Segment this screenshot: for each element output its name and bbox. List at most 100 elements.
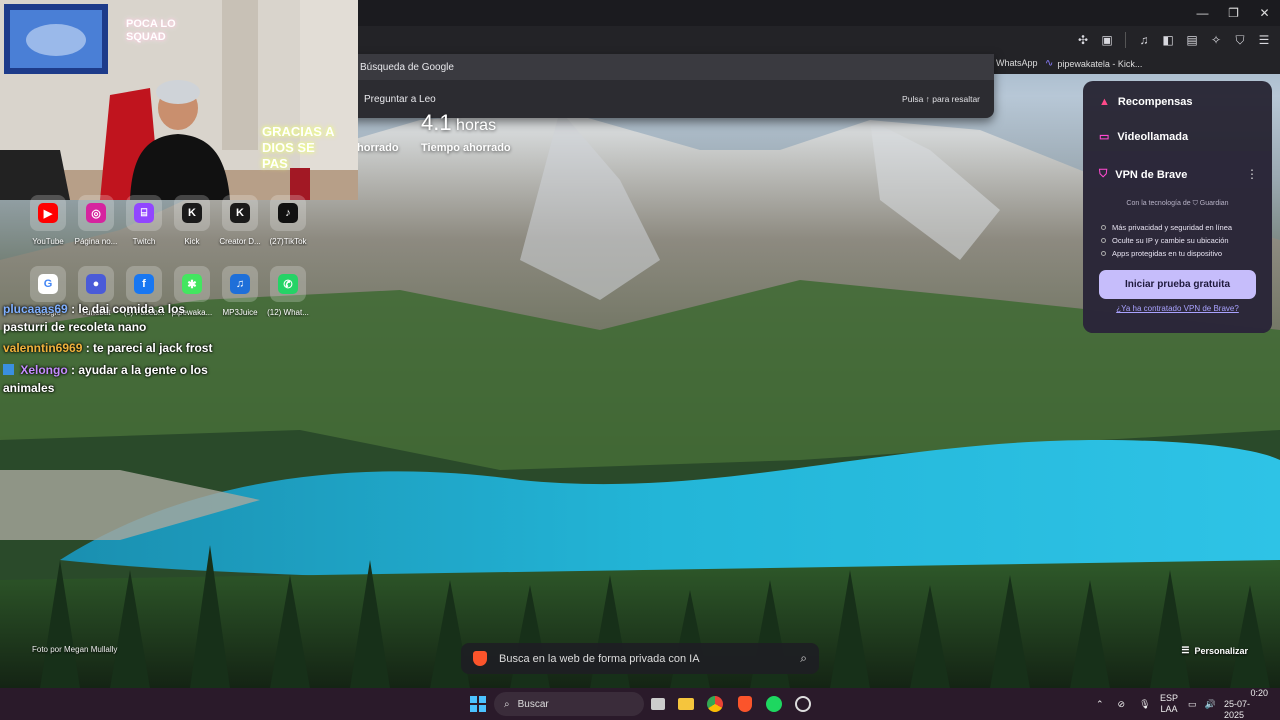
windows-taskbar: ⌕ Buscar ⌃ ⊘ 🎙 ESP LAA ▭ 🔊 0:20 25-07-20… [0, 688, 1280, 720]
guardian-logo: ⛉ [1192, 200, 1198, 207]
vpn-feature: Más privacidad y seguridad en línea [1101, 223, 1232, 232]
search-icon[interactable]: ⌕ [800, 651, 807, 666]
bookmark-kick[interactable]: ∿ pipewakatela - Kick... [1045, 58, 1142, 69]
tiktok-icon: ♪ [278, 203, 298, 223]
extensions-icon[interactable]: ✣ [1075, 32, 1091, 48]
video-call-label: Videollamada [1117, 130, 1189, 143]
vpn-feature-text: Oculte su IP y cambie su ubicación [1112, 236, 1229, 245]
check-icon [1101, 251, 1106, 256]
search-placeholder: Busca en la web de forma privada con IA [499, 652, 700, 665]
video-call-icon: ▭ [1099, 131, 1110, 143]
media-icon[interactable]: ♫ [1136, 32, 1152, 48]
guardian-brand: Guardian [1199, 200, 1229, 207]
google-icon: G [38, 274, 58, 294]
taskbar-search[interactable]: ⌕ Buscar [494, 692, 644, 716]
top-site-icon-frame: ✆ [270, 266, 306, 302]
screenshot-icon[interactable]: ▣ [1099, 32, 1115, 48]
top-site-label: (12) What... [267, 308, 309, 317]
top-site-tile[interactable]: ▶ YouTube [22, 195, 74, 246]
chat-badge-icon [3, 364, 14, 375]
webcam-overlay: POCA LO SQUAD GRACIAS A DIOS SE PAS [0, 0, 358, 200]
bookmark-label: WhatsApp [996, 58, 1038, 68]
vpn-feature-text: Apps protegidas en tu dispositivo [1112, 249, 1223, 258]
task-view-icon[interactable] [648, 694, 668, 714]
windows-start-icon[interactable] [468, 694, 488, 714]
vpn-header: ⛉ VPN de Brave [1099, 168, 1187, 181]
wallet-icon[interactable]: ▤ [1184, 32, 1200, 48]
network-off-icon[interactable]: ⊘ [1118, 699, 1126, 710]
vpn-feature-text: Más privacidad y seguridad en línea [1112, 223, 1233, 232]
twitch-icon: ⌸ [134, 203, 154, 223]
neon-sign: POCA LO SQUAD [126, 18, 176, 43]
kick-icon: K [182, 203, 202, 223]
top-site-icon-frame: ▶ [30, 195, 66, 231]
time-saved-stat: 4.1 horas [421, 110, 496, 136]
microphone-icon[interactable]: 🎙 [1139, 699, 1150, 710]
search-icon: ⌕ [504, 698, 510, 710]
suggestion-ask-leo[interactable]: · Preguntar a Leo Pulsa ↑ para resaltar [340, 86, 994, 112]
keyboard-hint: Pulsa ↑ para resaltar [902, 94, 980, 104]
top-site-tile[interactable]: ✆ (12) What... [262, 266, 314, 317]
chrome-icon[interactable] [705, 694, 725, 714]
bookmark-whatsapp[interactable]: WhatsApp [996, 58, 1038, 68]
vpn-shield-icon[interactable]: ⛉ [1232, 32, 1248, 48]
vpn-powered-by: Con la tecnología de ⛉ Guardian [1083, 200, 1272, 208]
time-saved-value: 4.1 [421, 110, 452, 135]
leo-ai-icon[interactable]: ✧ [1208, 32, 1224, 48]
language-indicator[interactable]: ESP LAA [1160, 688, 1178, 720]
spotify-icon[interactable] [764, 694, 784, 714]
clock[interactable]: 0:20 25-07-2025 [1224, 688, 1268, 720]
ai-search-bar[interactable]: Busca en la web de forma privada con IA … [461, 643, 819, 674]
maximize-button[interactable]: ❐ [1218, 0, 1249, 26]
top-site-tile[interactable]: ◎ Página no... [70, 195, 122, 246]
volume-icon: 🔊 [1204, 698, 1216, 709]
start-trial-button[interactable]: Iniciar prueba gratuita [1099, 270, 1256, 299]
app-icon[interactable] [793, 694, 813, 714]
vpn-feature: Apps protegidas en tu dispositivo [1101, 249, 1222, 258]
suggestion-google-search[interactable]: Búsqueda de Google [340, 54, 994, 80]
vpn-shield-icon: ⛉ [1099, 168, 1108, 180]
already-subscribed-link[interactable]: ¿Ya ha contratado VPN de Brave? [1083, 304, 1272, 313]
whatsapp-icon: ✆ [278, 274, 298, 294]
top-site-icon-frame: K [174, 195, 210, 231]
language-code: ESP [1160, 693, 1179, 703]
taskbar-search-label: Buscar [517, 698, 549, 710]
status-icons[interactable]: ▭ 🔊 [1188, 688, 1216, 720]
top-site-label: Página no... [74, 237, 118, 246]
more-options-icon[interactable]: ⋮ [1246, 167, 1258, 181]
top-site-icon-frame: ⌸ [126, 195, 162, 231]
facebook-icon: f [134, 274, 154, 294]
omnibox-dropdown: Búsqueda de Google · Preguntar a Leo Pul… [340, 54, 994, 118]
top-site-icon-frame: ◎ [78, 195, 114, 231]
chat-message: plucaaas69 : le dai comida a los pasturr… [3, 300, 233, 336]
tunebat-icon: ● [86, 274, 106, 294]
photo-credit[interactable]: Foto por Megan Mullally [32, 645, 117, 654]
time-saved-caption: Tiempo ahorrado [421, 142, 511, 154]
close-button[interactable]: ✕ [1249, 0, 1280, 26]
top-site-tile[interactable]: ⌸ Twitch [118, 195, 170, 246]
top-site-label: Creator D... [219, 237, 261, 246]
menu-icon[interactable]: ☰ [1256, 32, 1272, 48]
top-site-tile[interactable]: K Creator D... [214, 195, 266, 246]
top-site-icon-frame: G [30, 266, 66, 302]
suggestion-label: Preguntar a Leo [364, 93, 436, 105]
video-call-item[interactable]: ▭ Videollamada [1099, 130, 1189, 144]
top-site-icon-frame: f [126, 266, 162, 302]
display-icon: ▭ [1188, 698, 1197, 709]
minimize-button[interactable]: — [1187, 0, 1218, 26]
top-site-icon-frame: ♪ [270, 195, 306, 231]
top-site-tile[interactable]: ♪ (27)TikTok [262, 195, 314, 246]
vpn-card: ⛉ VPN de Brave ⋮ Con la tecnología de ⛉ … [1083, 151, 1272, 333]
saved-caption-partial: horrado [357, 142, 399, 154]
file-explorer-icon[interactable] [676, 694, 696, 714]
chevron-up-icon[interactable]: ⌃ [1096, 699, 1104, 710]
sidebar-icon[interactable]: ◧ [1160, 32, 1176, 48]
brave-taskbar-icon[interactable] [735, 694, 755, 714]
suggestion-label: Búsqueda de Google [360, 61, 454, 73]
instagram-icon: ◎ [86, 203, 106, 223]
customize-button[interactable]: ☰ Personalizar [1181, 645, 1248, 656]
top-site-tile[interactable]: K Kick [166, 195, 218, 246]
rewards-item[interactable]: ▲ Recompensas [1099, 96, 1192, 108]
system-tray: ⌃ ⊘ 🎙 [1096, 688, 1151, 720]
vpn-feature: Oculte su IP y cambie su ubicación [1101, 236, 1229, 245]
